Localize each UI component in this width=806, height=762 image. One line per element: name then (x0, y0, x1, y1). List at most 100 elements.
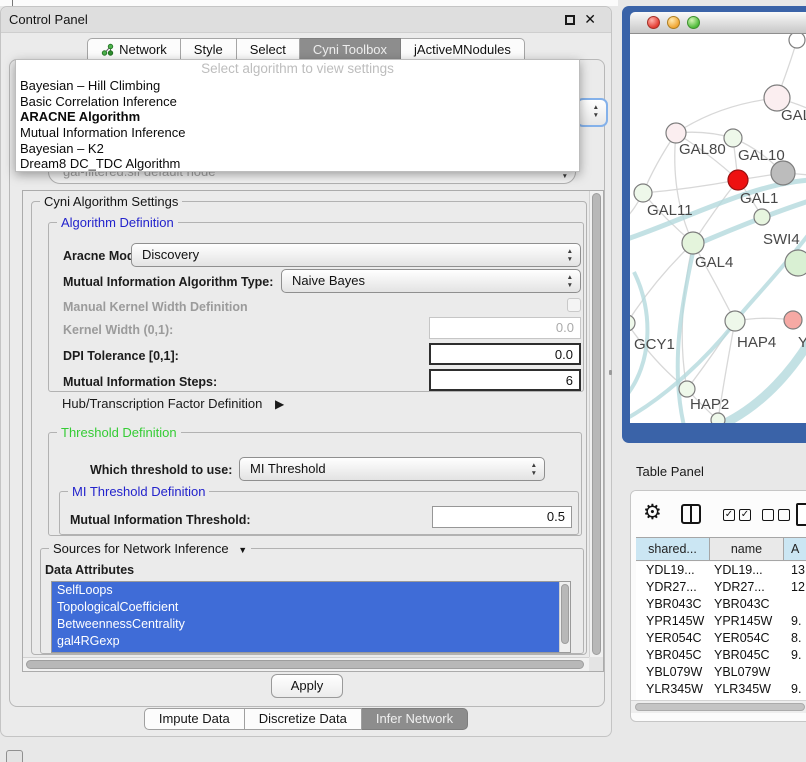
network-node-gal1[interactable] (728, 170, 748, 190)
scrollbar-thumb[interactable] (592, 193, 601, 655)
scrollbar-thumb[interactable] (561, 584, 569, 644)
table-cell[interactable]: YPR145W (636, 613, 710, 630)
algorithm-option[interactable]: Bayesian – Hill Climbing (16, 78, 579, 94)
table-row[interactable]: YBL079WYBL079W (636, 664, 806, 681)
algorithm-option[interactable]: Bayesian – K2 (16, 141, 579, 157)
page-icon[interactable] (796, 503, 806, 526)
data-attributes-list[interactable]: SelfLoopsTopologicalCoefficientBetweenne… (51, 581, 571, 653)
network-node[interactable] (711, 413, 725, 423)
mac-minimize-icon[interactable] (667, 16, 680, 29)
network-node-gal10[interactable] (724, 129, 742, 147)
network-canvas[interactable]: GALGAL80GAL10GAL1GAL11SWI4GAL4HAP4YGCY1H… (630, 34, 806, 423)
network-node-gal4[interactable] (682, 232, 704, 254)
split-columns-icon[interactable] (681, 504, 701, 524)
inference-algorithm-combobox-fragment[interactable]: ▲▼ (576, 98, 608, 127)
network-node[interactable] (785, 250, 806, 276)
tab-style[interactable]: Style (181, 38, 237, 61)
table-cell[interactable] (784, 664, 806, 681)
tab-impute-data[interactable]: Impute Data (144, 708, 245, 730)
kernel-width-field[interactable]: 0.0 (429, 317, 581, 339)
tab-network[interactable]: Network (87, 38, 181, 61)
table-cell[interactable]: YDL19... (636, 562, 710, 579)
table-cell[interactable]: YBR045C (710, 647, 784, 664)
network-node[interactable] (789, 34, 805, 48)
mac-zoom-icon[interactable] (687, 16, 700, 29)
splitter-grip[interactable] (609, 370, 612, 375)
table-row[interactable]: YLR345WYLR345W9. (636, 681, 806, 698)
table-cell[interactable]: YBR045C (636, 647, 710, 664)
tab-infer-network[interactable]: Infer Network (362, 708, 468, 730)
table-cell[interactable]: YER054C (710, 630, 784, 647)
table-cell[interactable]: YDR27... (710, 579, 784, 596)
table-cell[interactable]: 8. (784, 630, 806, 647)
mutual-information-threshold-field[interactable]: 0.5 (432, 506, 572, 528)
network-node-gcy1[interactable] (630, 315, 635, 331)
data-attribute-option[interactable]: TopologicalCoefficient (52, 599, 559, 616)
table-cell[interactable]: 9. (784, 647, 806, 664)
table-cell[interactable]: YLR345W (636, 681, 710, 698)
table-cell[interactable]: 13 (784, 562, 806, 579)
network-node-y[interactable] (784, 311, 802, 329)
vertical-scrollbar[interactable] (589, 191, 603, 657)
horizontal-scrollbar[interactable] (23, 657, 589, 671)
table-cell[interactable]: YDR27... (636, 579, 710, 596)
table-cell[interactable] (784, 596, 806, 613)
column-header-shared-name[interactable]: shared... (636, 538, 710, 560)
table-cell[interactable]: YBR043C (636, 596, 710, 613)
column-header-clipped[interactable]: A (784, 538, 806, 560)
tab-cyni-toolbox[interactable]: Cyni Toolbox (300, 38, 401, 61)
scrollbar-thumb[interactable] (635, 703, 805, 711)
table-cell[interactable]: YDL19... (710, 562, 784, 579)
data-attribute-option[interactable]: SelfLoops (52, 582, 559, 599)
list-scrollbar[interactable] (559, 582, 570, 652)
network-node-gal80[interactable] (666, 123, 686, 143)
table-cell[interactable]: YBL079W (636, 664, 710, 681)
data-attribute-option-partial[interactable] (52, 650, 559, 653)
table-row[interactable]: YBR045CYBR045C9. (636, 647, 806, 664)
table-row[interactable]: YDL19...YDL19...13 (636, 562, 806, 579)
data-attribute-option[interactable]: BetweennessCentrality (52, 616, 559, 633)
table-horizontal-scrollbar[interactable] (631, 700, 806, 713)
algorithm-option[interactable]: Mutual Information Inference (16, 125, 579, 141)
table-cell[interactable]: YER054C (636, 630, 710, 647)
network-node-hap2[interactable] (679, 381, 695, 397)
algorithm-option[interactable]: Basic Correlation Inference (16, 94, 579, 110)
expand-arrow-icon[interactable]: ▶ (275, 397, 284, 411)
algorithm-option[interactable]: ARACNE Algorithm (16, 109, 579, 125)
hub-definition-section[interactable]: Hub/Transcription Factor Definition ▶ (62, 396, 284, 411)
table-cell[interactable]: 9. (784, 681, 806, 698)
table-cell[interactable]: YPR145W (710, 613, 784, 630)
data-attribute-option[interactable]: gal4RGexp (52, 633, 559, 650)
table-row[interactable]: YDR27...YDR27...12 (636, 579, 806, 596)
table-row[interactable]: YBR043CYBR043C (636, 596, 806, 613)
mi-steps-field[interactable]: 6 (429, 369, 581, 391)
dpi-tolerance-field[interactable]: 0.0 (429, 343, 581, 365)
tab-discretize-data[interactable]: Discretize Data (245, 708, 362, 730)
table-cell[interactable]: YBL079W (710, 664, 784, 681)
column-header-name[interactable]: name (710, 538, 784, 560)
network-node-gal11[interactable] (634, 184, 652, 202)
table-row[interactable]: YER054CYER054C8. (636, 630, 806, 647)
network-node[interactable] (771, 161, 795, 185)
close-icon[interactable]: ✕ (584, 11, 596, 28)
apply-button[interactable]: Apply (271, 674, 343, 698)
table-cell[interactable]: YLR345W (710, 681, 784, 698)
algorithm-option[interactable]: Dream8 DC_TDC Algorithm (16, 156, 579, 172)
tab-select[interactable]: Select (237, 38, 300, 61)
table-cell[interactable]: 12 (784, 579, 806, 596)
manual-kernel-width-checkbox[interactable] (567, 298, 581, 312)
network-node-swi4[interactable] (754, 209, 770, 225)
float-window-icon[interactable] (565, 15, 575, 25)
select-all-icon[interactable]: ✓✓ (723, 509, 751, 521)
mi-algorithm-type-combobox[interactable]: Naive Bayes ▲▼ (281, 269, 581, 293)
table-cell[interactable]: 9. (784, 613, 806, 630)
tab-jactivemnodules[interactable]: jActiveMNodules (401, 38, 525, 61)
mac-close-icon[interactable] (647, 16, 660, 29)
deselect-all-icon[interactable] (762, 509, 790, 521)
bottom-corner-icon[interactable] (6, 750, 23, 762)
aracne-mode-combobox[interactable]: Discovery ▲▼ (131, 243, 581, 267)
network-window-titlebar[interactable] (630, 12, 806, 34)
network-node-hap4[interactable] (725, 311, 745, 331)
table-row[interactable]: YPR145WYPR145W9. (636, 613, 806, 630)
gear-icon[interactable]: ⚙ (643, 499, 662, 527)
